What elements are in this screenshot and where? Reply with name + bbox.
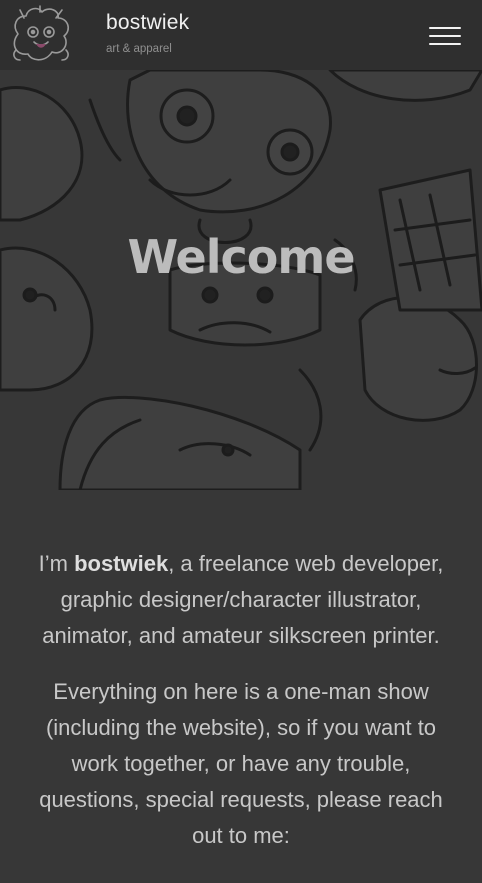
site-title[interactable]: bostwiek	[106, 11, 189, 35]
intro-name: bostwiek	[74, 551, 169, 576]
menu-bar	[429, 27, 461, 29]
intro-paragraph: I’m bostwiek, a freelance web developer,…	[24, 546, 458, 654]
site-tagline: art & apparel	[106, 43, 172, 55]
hero-title: Welcome	[127, 230, 355, 284]
site-header: bostwiek art & apparel	[0, 0, 482, 70]
menu-bar	[429, 35, 461, 37]
bostwiek-logo[interactable]	[6, 4, 76, 66]
intro-prefix: I’m	[38, 551, 75, 576]
brand: bostwiek art & apparel	[106, 11, 189, 56]
contact-paragraph: Everything on here is a one-man show (in…	[39, 679, 443, 848]
intro-section: I’m bostwiek, a freelance web developer,…	[24, 546, 458, 874]
menu-bar	[429, 43, 461, 45]
hero-banner: Welcome	[0, 70, 482, 490]
hamburger-menu-icon[interactable]	[427, 26, 463, 48]
